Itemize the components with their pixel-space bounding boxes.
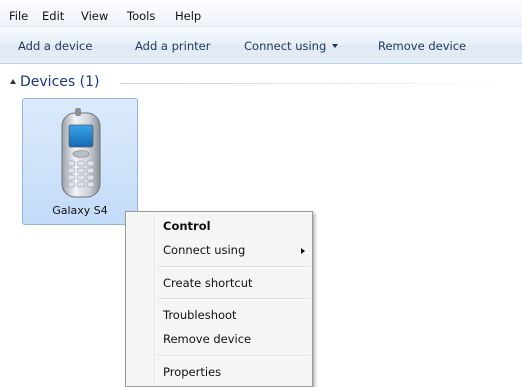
command-bar: Add a device Add a printer Connect using… (0, 27, 522, 64)
add-device-button[interactable]: Add a device (18, 39, 92, 53)
menu-file[interactable]: File (9, 9, 28, 23)
menu-item-remove-device[interactable]: Remove device (163, 330, 303, 348)
context-menu: Control Connect using Create shortcut Tr… (125, 211, 313, 387)
add-printer-button[interactable]: Add a printer (135, 39, 210, 53)
menu-view[interactable]: View (81, 9, 108, 23)
menu-item-control[interactable]: Control (163, 217, 303, 235)
menu-item-troubleshoot[interactable]: Troubleshoot (163, 306, 303, 324)
menu-bar: File Edit View Tools Help (0, 0, 522, 27)
menu-item-create-shortcut[interactable]: Create shortcut (163, 274, 303, 292)
menu-help[interactable]: Help (175, 9, 201, 23)
group-title: Devices (1) (20, 74, 100, 90)
device-label: Galaxy S4 (52, 204, 108, 217)
group-divider (120, 83, 518, 84)
connect-using-label: Connect using (244, 39, 327, 53)
menu-item-properties[interactable]: Properties (163, 363, 303, 381)
menu-edit[interactable]: Edit (42, 9, 64, 23)
submenu-arrow-icon (301, 248, 305, 254)
collapse-triangle-icon[interactable] (10, 79, 16, 84)
menu-icon-gutter (154, 214, 156, 384)
connect-using-button[interactable]: Connect using (244, 39, 339, 53)
menu-tools[interactable]: Tools (127, 9, 155, 23)
device-item-galaxy-s4[interactable]: Galaxy S4 (22, 98, 138, 225)
menu-item-connect-using[interactable]: Connect using (163, 241, 303, 259)
mobile-phone-icon (61, 108, 101, 198)
devices-group-header[interactable]: Devices (1) (8, 73, 518, 93)
dropdown-arrow-icon (332, 44, 339, 48)
menu-separator (157, 355, 309, 357)
menu-separator (157, 298, 309, 300)
remove-device-button[interactable]: Remove device (378, 39, 466, 53)
menu-separator (157, 266, 309, 268)
